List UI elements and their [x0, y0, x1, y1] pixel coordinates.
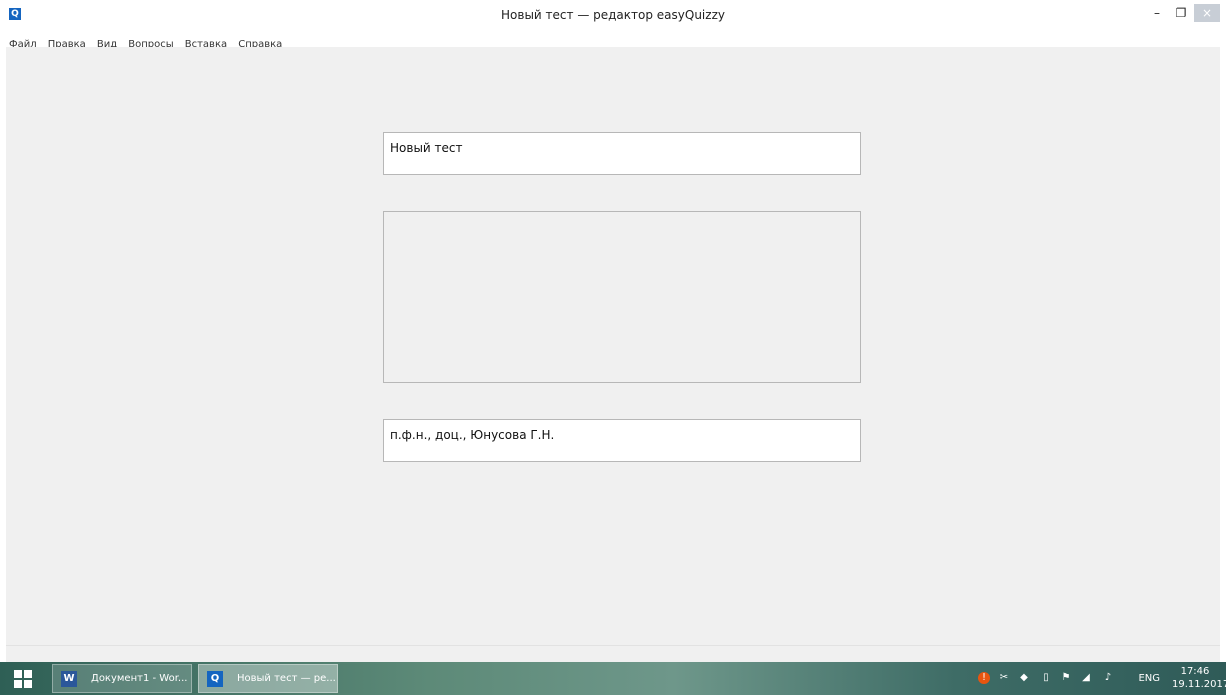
maximize-button[interactable]: ❐ [1170, 4, 1192, 22]
volume-icon[interactable]: ♪ [1102, 672, 1114, 684]
app-window: Q Новый тест — редактор easyQuizzy – ❐ ×… [0, 0, 1226, 662]
taskbar: W Документ1 - Wor... Q Новый тест — ре..… [0, 662, 1226, 695]
status-bar [6, 645, 1220, 662]
test-author-field[interactable]: п.ф.н., доц., Юнусова Г.Н. [383, 419, 861, 462]
menu-bar: Файл Правка Вид Вопросы Вставка Справка [6, 32, 1220, 50]
window-title: Новый тест — редактор easyQuizzy [501, 8, 725, 22]
taskbar-item-easyquizzy[interactable]: Q Новый тест — ре... [198, 664, 338, 693]
close-button[interactable]: × [1194, 4, 1220, 22]
alert-icon[interactable]: ! [978, 672, 990, 684]
system-tray: ! ✂ ◆ ▯ ⚑ ◢ ♪ ENG 17:46 19.11.2017 [962, 662, 1226, 695]
minimize-button[interactable]: – [1146, 4, 1168, 22]
taskbar-item-word[interactable]: W Документ1 - Wor... [52, 664, 192, 693]
easyquizzy-icon: Q [207, 671, 223, 687]
clock-time: 17:46 [1180, 666, 1210, 677]
network-icon[interactable]: ✂ [998, 672, 1010, 684]
battery-icon[interactable]: ▯ [1040, 672, 1052, 684]
editor-area: Новый тест п.ф.н., доц., Юнусова Г.Н. [6, 47, 1220, 646]
wifi-icon[interactable]: ◢ [1080, 672, 1092, 684]
windows-logo-icon [14, 670, 22, 678]
test-title-field[interactable]: Новый тест [383, 132, 861, 175]
test-description-field[interactable] [383, 211, 861, 383]
title-bar[interactable]: Q Новый тест — редактор easyQuizzy – ❐ × [6, 0, 1220, 32]
taskbar-item-label: Новый тест — ре... [237, 673, 336, 684]
taskbar-item-label: Документ1 - Wor... [91, 673, 188, 684]
clock[interactable]: 17:46 19.11.2017 [1172, 665, 1226, 691]
shield-icon[interactable]: ◆ [1018, 672, 1030, 684]
word-icon: W [61, 671, 77, 687]
language-indicator[interactable]: ENG [1138, 673, 1160, 684]
start-button[interactable] [6, 666, 42, 692]
flag-icon[interactable]: ⚑ [1060, 672, 1072, 684]
clock-date: 19.11.2017 [1172, 679, 1226, 690]
